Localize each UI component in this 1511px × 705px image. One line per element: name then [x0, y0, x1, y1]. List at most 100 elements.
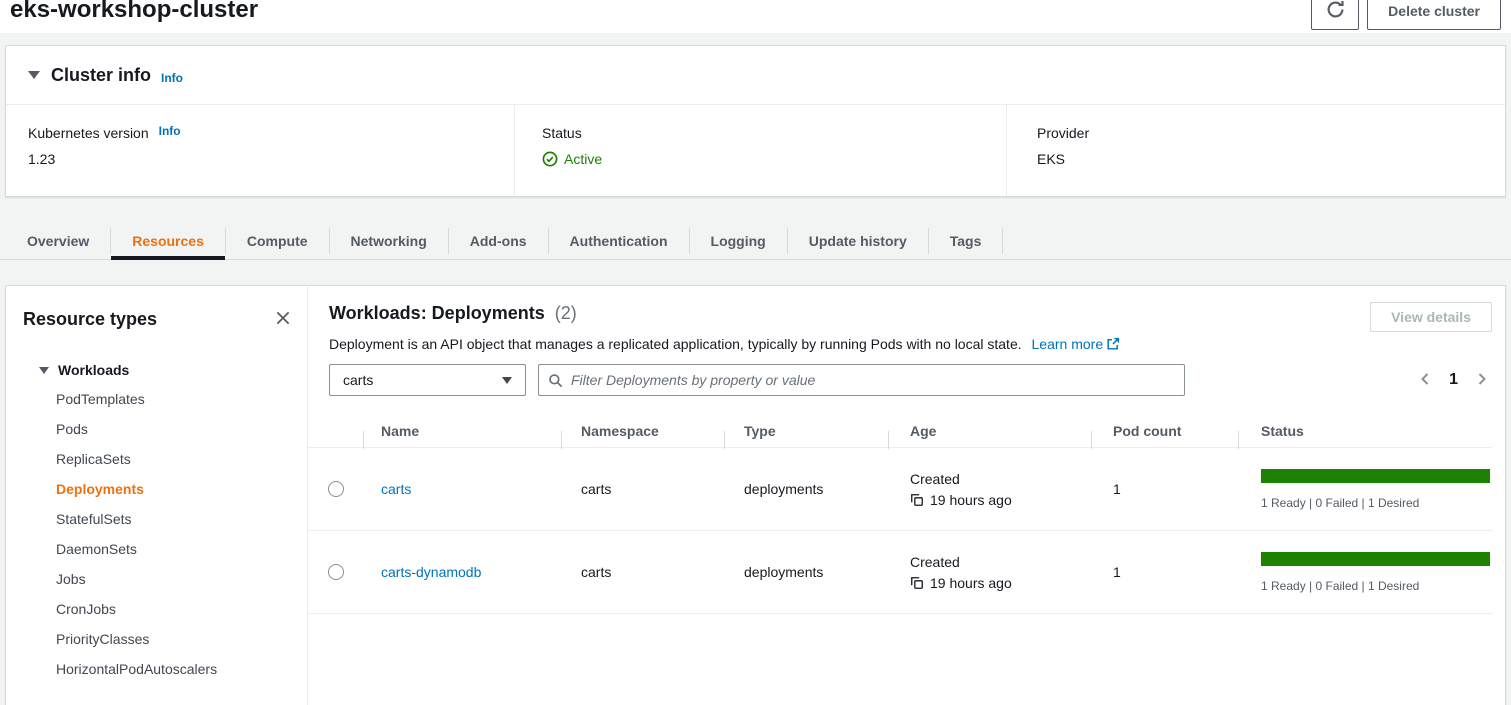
- cell-type: deployments: [724, 481, 888, 497]
- status-label-text: 1 Ready | 0 Failed | 1 Desired: [1261, 496, 1490, 510]
- collapse-triangle-icon[interactable]: [28, 71, 40, 79]
- sidebar-items: PodTemplates Pods ReplicaSets Deployment…: [6, 384, 307, 684]
- sidebar-item-jobs[interactable]: Jobs: [56, 564, 307, 594]
- status-field: Status Active: [514, 105, 1006, 196]
- tab-compute[interactable]: Compute: [226, 222, 329, 259]
- copy-icon[interactable]: [910, 576, 924, 590]
- cell-status: 1 Ready | 0 Failed | 1 Desired: [1238, 469, 1492, 510]
- column-header-pod-count[interactable]: Pod count: [1091, 423, 1238, 439]
- column-header-namespace[interactable]: Namespace: [561, 423, 724, 439]
- property-filter-dropdown[interactable]: carts: [329, 364, 526, 396]
- view-details-button[interactable]: View details: [1370, 302, 1492, 332]
- kubernetes-version-label: Kubernetes version: [28, 125, 149, 141]
- cluster-tabs: Overview Resources Compute Networking Ad…: [0, 222, 1511, 260]
- status-label-text: 1 Ready | 0 Failed | 1 Desired: [1261, 579, 1490, 593]
- tab-update-history[interactable]: Update history: [788, 222, 928, 259]
- age-value: 19 hours ago: [930, 575, 1012, 591]
- age-value: 19 hours ago: [930, 492, 1012, 508]
- refresh-button[interactable]: [1311, 0, 1359, 30]
- filter-row: carts 1: [329, 364, 1492, 396]
- sidebar-group-workloads[interactable]: Workloads: [58, 362, 129, 378]
- resource-types-title: Resource types: [23, 309, 157, 330]
- tab-divider: [1002, 228, 1003, 254]
- cluster-info-title: Cluster info: [51, 65, 151, 86]
- search-box: [538, 364, 1185, 396]
- tab-networking[interactable]: Networking: [330, 222, 448, 259]
- tab-resources[interactable]: Resources: [111, 222, 225, 259]
- current-page-number[interactable]: 1: [1449, 371, 1458, 389]
- cluster-info-body: Kubernetes version Info 1.23 Status Acti…: [6, 105, 1505, 196]
- sidebar-item-daemonsets[interactable]: DaemonSets: [56, 534, 307, 564]
- cell-age: Created 19 hours ago: [888, 471, 1091, 508]
- kubernetes-version-value: 1.23: [28, 151, 514, 167]
- sidebar-item-priorityclasses[interactable]: PriorityClasses: [56, 624, 307, 654]
- sidebar-item-cronjobs[interactable]: CronJobs: [56, 594, 307, 624]
- tab-tags[interactable]: Tags: [929, 222, 1003, 259]
- next-page-button[interactable]: [1472, 369, 1492, 392]
- column-header-age[interactable]: Age: [888, 423, 1091, 439]
- row-radio-button[interactable]: [328, 481, 344, 497]
- cell-pod-count: 1: [1091, 564, 1238, 580]
- header-actions: Delete cluster: [1311, 0, 1501, 30]
- search-input[interactable]: [571, 372, 1175, 388]
- provider-field: Provider EKS: [1006, 105, 1505, 196]
- deployments-description: Deployment is an API object that manages…: [329, 336, 1022, 352]
- sidebar-item-deployments[interactable]: Deployments: [56, 474, 307, 504]
- cluster-info-card: Cluster info Info Kubernetes version Inf…: [5, 45, 1506, 197]
- deployment-link[interactable]: carts-dynamodb: [381, 564, 481, 580]
- tab-authentication[interactable]: Authentication: [549, 222, 689, 259]
- cell-type: deployments: [724, 564, 888, 580]
- deployments-count: (2): [555, 303, 577, 323]
- tab-overview[interactable]: Overview: [6, 222, 110, 259]
- status-progress-bar: [1261, 469, 1490, 483]
- table-header-row: Name Namespace Type Age Pod count Status: [308, 414, 1492, 448]
- kubernetes-version-field: Kubernetes version Info 1.23: [6, 105, 514, 196]
- learn-more-link[interactable]: Learn more: [1032, 336, 1121, 352]
- age-created-label: Created: [910, 554, 1091, 570]
- refresh-icon: [1326, 0, 1345, 22]
- cell-namespace: carts: [561, 481, 724, 497]
- resource-types-sidebar: Resource types Workloads PodTemplates Po…: [6, 286, 308, 705]
- pagination: 1: [1415, 369, 1492, 392]
- column-header-type[interactable]: Type: [724, 423, 888, 439]
- tab-add-ons[interactable]: Add-ons: [449, 222, 548, 259]
- cluster-info-info-link[interactable]: Info: [161, 71, 183, 85]
- property-filter-dropdown-value: carts: [343, 372, 373, 388]
- sidebar-item-pods[interactable]: Pods: [56, 414, 307, 444]
- status-value: Active: [564, 151, 602, 167]
- deployments-title: Workloads: Deployments: [329, 303, 545, 323]
- copy-icon[interactable]: [910, 493, 924, 507]
- status-label: Status: [542, 125, 1006, 141]
- search-icon: [548, 373, 563, 388]
- kubernetes-version-info-link[interactable]: Info: [159, 124, 181, 138]
- provider-value: EKS: [1037, 151, 1505, 167]
- column-header-status[interactable]: Status: [1238, 423, 1492, 439]
- sidebar-item-replicasets[interactable]: ReplicaSets: [56, 444, 307, 474]
- check-circle-icon: [542, 151, 558, 167]
- provider-label: Provider: [1037, 125, 1505, 141]
- delete-cluster-button[interactable]: Delete cluster: [1367, 0, 1501, 30]
- cell-age: Created 19 hours ago: [888, 554, 1091, 591]
- column-header-name[interactable]: Name: [363, 423, 561, 439]
- close-sidebar-button[interactable]: [272, 307, 294, 332]
- previous-page-button[interactable]: [1415, 369, 1435, 392]
- sidebar-item-statefulsets[interactable]: StatefulSets: [56, 504, 307, 534]
- sidebar-item-podtemplates[interactable]: PodTemplates: [56, 384, 307, 414]
- deployments-main-panel: Workloads: Deployments (2) View details …: [308, 286, 1511, 705]
- table-row: carts carts deployments Created 19 hours…: [308, 448, 1492, 531]
- age-created-label: Created: [910, 471, 1091, 487]
- sidebar-item-horizontalpodautoscalers[interactable]: HorizontalPodAutoscalers: [56, 654, 307, 684]
- page-title: eks-workshop-cluster: [10, 0, 258, 24]
- external-link-icon: [1106, 338, 1120, 354]
- chevron-down-icon: [502, 377, 512, 384]
- tab-logging[interactable]: Logging: [690, 222, 787, 259]
- close-icon: [274, 309, 292, 330]
- row-radio-button[interactable]: [328, 564, 344, 580]
- chevron-left-icon: [1417, 371, 1433, 390]
- resources-panel: Resource types Workloads PodTemplates Po…: [5, 285, 1506, 705]
- cell-pod-count: 1: [1091, 481, 1238, 497]
- deployments-table: Name Namespace Type Age Pod count Status…: [308, 414, 1492, 614]
- deployment-link[interactable]: carts: [381, 481, 411, 497]
- workloads-expander-triangle-icon[interactable]: [39, 367, 49, 374]
- cell-status: 1 Ready | 0 Failed | 1 Desired: [1238, 552, 1492, 593]
